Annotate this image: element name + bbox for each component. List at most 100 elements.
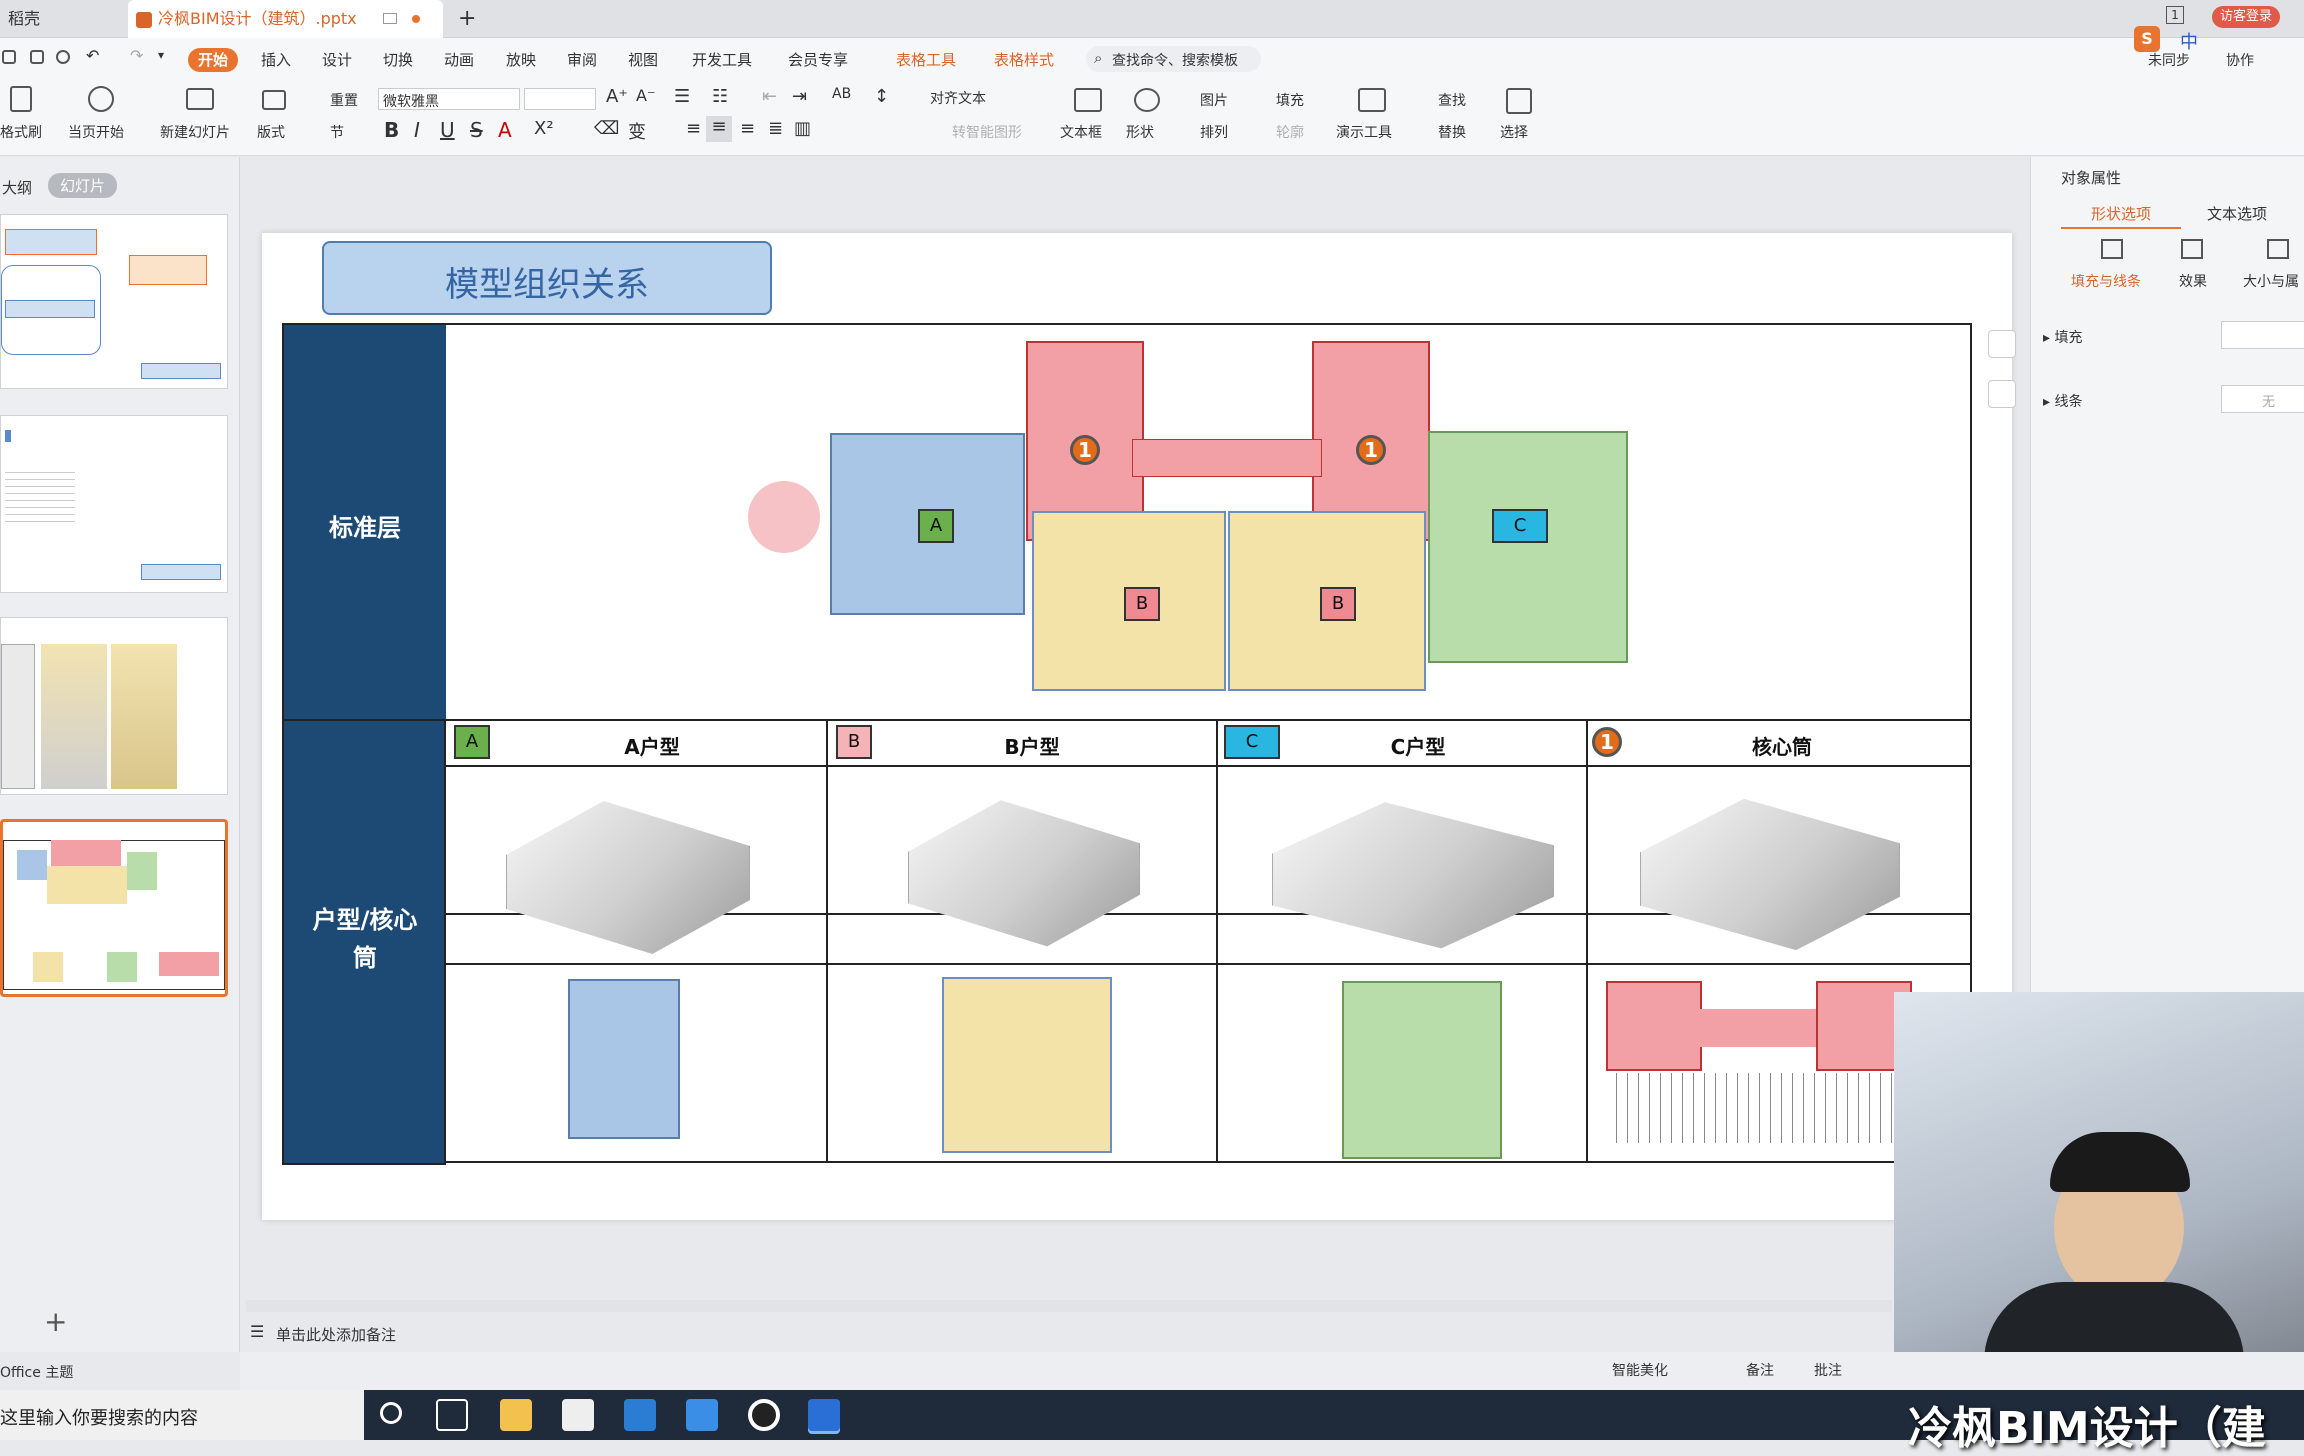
menu-review[interactable]: 审阅 xyxy=(567,48,597,72)
shrink-font-icon[interactable]: A⁻ xyxy=(636,86,655,105)
find-button[interactable]: 查找 xyxy=(1438,90,1466,110)
shape-button[interactable]: 形状 xyxy=(1126,122,1154,142)
slides-tab[interactable]: 幻灯片 xyxy=(48,173,118,198)
store-icon[interactable] xyxy=(562,1399,594,1431)
taskbar-search[interactable]: 这里输入你要搜索的内容 xyxy=(0,1390,364,1440)
slide-thumbnail-1[interactable] xyxy=(0,214,228,389)
underline-icon[interactable]: U xyxy=(440,118,455,142)
decrease-indent-icon[interactable]: ⇤ xyxy=(762,86,777,107)
horizontal-scrollbar[interactable] xyxy=(246,1300,1892,1312)
format-painter-button[interactable]: 格式刷 xyxy=(0,122,42,142)
lightbulb-icon[interactable] xyxy=(1988,380,2016,408)
line-select[interactable]: 无 xyxy=(2221,385,2304,413)
redo-icon[interactable]: ↷ xyxy=(130,46,143,65)
slide-title-box[interactable]: 模型组织关系 xyxy=(322,241,772,315)
new-slide-button[interactable]: 新建幻灯片 xyxy=(160,122,230,142)
section-button[interactable]: 节 xyxy=(330,122,344,142)
reset-button[interactable]: 重置 xyxy=(330,90,358,110)
notes-button[interactable]: 备注 xyxy=(1746,1360,1774,1380)
slide-canvas[interactable]: 模型组织关系 标准层 户型/核心筒 A B B C 1 1 户型/核心筒 A A… xyxy=(262,233,2012,1220)
align-left-icon[interactable]: ≡ xyxy=(686,118,701,139)
sogou-ime-icon[interactable]: S xyxy=(2134,26,2160,52)
bold-icon[interactable]: B xyxy=(384,118,399,142)
tab-home[interactable]: 稻壳 xyxy=(0,0,120,38)
preview-icon[interactable] xyxy=(56,50,70,64)
menu-design[interactable]: 设计 xyxy=(322,48,352,72)
fill-section[interactable]: ▸ 填充 xyxy=(2043,327,2082,347)
cortana-icon[interactable] xyxy=(380,1402,402,1424)
distribute-icon[interactable]: ▥ xyxy=(794,118,811,139)
phonetic-icon[interactable]: 变 xyxy=(628,118,646,144)
record-icon[interactable] xyxy=(748,1399,780,1431)
select-button[interactable]: 选择 xyxy=(1500,122,1528,142)
menu-slideshow[interactable]: 放映 xyxy=(506,48,536,72)
sync-status[interactable]: 未同步 xyxy=(2148,50,2190,70)
slide-thumbnail-4-selected[interactable] xyxy=(0,819,228,997)
undo-icon[interactable]: ↶ xyxy=(86,46,99,65)
grow-font-icon[interactable]: A⁺ xyxy=(606,86,628,107)
tab-document[interactable]: 冷枫BIM设计（建筑）.pptx xyxy=(128,0,443,38)
mail-icon[interactable] xyxy=(624,1399,656,1431)
menu-developer[interactable]: 开发工具 xyxy=(692,48,752,72)
replace-button[interactable]: 替换 xyxy=(1438,122,1466,142)
guest-login-button[interactable]: 访客登录 xyxy=(2212,6,2281,28)
new-tab-button[interactable]: + xyxy=(450,0,480,38)
align-right-icon[interactable]: ≡ xyxy=(740,118,755,139)
size-tab[interactable]: 大小与属 xyxy=(2243,271,2299,291)
presentation-tool-button[interactable]: 演示工具 xyxy=(1336,122,1392,142)
increase-indent-icon[interactable]: ⇥ xyxy=(792,86,807,107)
monitor-icon[interactable] xyxy=(383,13,397,24)
menu-insert[interactable]: 插入 xyxy=(261,48,291,72)
task-view-icon[interactable] xyxy=(436,1399,468,1431)
fill-select[interactable] xyxy=(2221,321,2304,349)
menu-table-style[interactable]: 表格样式 xyxy=(994,48,1054,72)
strikethrough-icon[interactable]: S xyxy=(470,118,483,142)
notes-placeholder[interactable]: 单击此处添加备注 xyxy=(276,1324,396,1345)
menu-animation[interactable]: 动画 xyxy=(444,48,474,72)
comment-button[interactable]: 批注 xyxy=(1814,1360,1842,1380)
effect-tab[interactable]: 效果 xyxy=(2179,271,2207,291)
customize-chevron-icon[interactable]: ▾ xyxy=(158,48,164,62)
menu-member[interactable]: 会员专享 xyxy=(788,48,848,72)
wps-icon[interactable] xyxy=(808,1399,840,1431)
font-color-icon[interactable]: A xyxy=(498,118,512,142)
menu-transition[interactable]: 切换 xyxy=(383,48,413,72)
feishu-icon[interactable] xyxy=(686,1399,718,1431)
slide-thumbnail-2[interactable] xyxy=(0,415,228,593)
font-size-select[interactable] xyxy=(524,88,596,110)
outline-tab[interactable]: 大纲 xyxy=(2,177,32,198)
menu-start[interactable]: 开始 xyxy=(188,48,239,72)
text-direction-icon[interactable]: AB xyxy=(832,86,851,102)
add-slide-button[interactable]: + xyxy=(44,1305,67,1338)
fill-button[interactable]: 填充 xyxy=(1276,90,1304,110)
italic-icon[interactable]: I xyxy=(414,118,420,142)
picture-button[interactable]: 图片 xyxy=(1200,90,1228,110)
justify-icon[interactable]: ≣ xyxy=(768,118,783,139)
object-properties-title[interactable]: 对象属性 xyxy=(2061,167,2121,188)
superscript-icon[interactable]: X² xyxy=(534,118,554,139)
fill-line-tab[interactable]: 填充与线条 xyxy=(2071,271,2141,291)
textbox-button[interactable]: 文本框 xyxy=(1060,122,1102,142)
play-from-current-button[interactable]: 当页开始 xyxy=(68,122,124,142)
file-explorer-icon[interactable] xyxy=(500,1399,532,1431)
line-spacing-icon[interactable]: ↕ xyxy=(874,86,889,107)
collab-button[interactable]: 协作 xyxy=(2226,50,2254,70)
align-text-button[interactable]: 对齐文本 xyxy=(930,88,986,108)
text-options-tab[interactable]: 文本选项 xyxy=(2207,203,2267,224)
layout-button[interactable]: 版式 xyxy=(257,122,285,142)
menu-table-tools[interactable]: 表格工具 xyxy=(896,48,956,72)
command-search[interactable]: ⌕ 查找命令、搜索模板 xyxy=(1086,46,1261,72)
align-center-icon[interactable]: ≡ xyxy=(706,116,732,142)
menu-view[interactable]: 视图 xyxy=(628,48,658,72)
font-family-select[interactable]: 微软雅黑 xyxy=(378,88,520,110)
line-section[interactable]: ▸ 线条 xyxy=(2043,391,2082,411)
outline-button[interactable]: 轮廓 xyxy=(1276,122,1304,142)
smart-shape-button[interactable]: 转智能图形 xyxy=(952,122,1022,142)
shape-options-tab[interactable]: 形状选项 xyxy=(2091,203,2151,224)
clear-format-icon[interactable]: ⌫ xyxy=(594,118,619,139)
arrange-button[interactable]: 排列 xyxy=(1200,122,1228,142)
bullets-icon[interactable]: ☰ xyxy=(674,86,690,107)
edit-pencil-icon[interactable] xyxy=(1988,330,2016,358)
save-icon[interactable] xyxy=(2,50,16,64)
print-icon[interactable] xyxy=(30,50,44,64)
